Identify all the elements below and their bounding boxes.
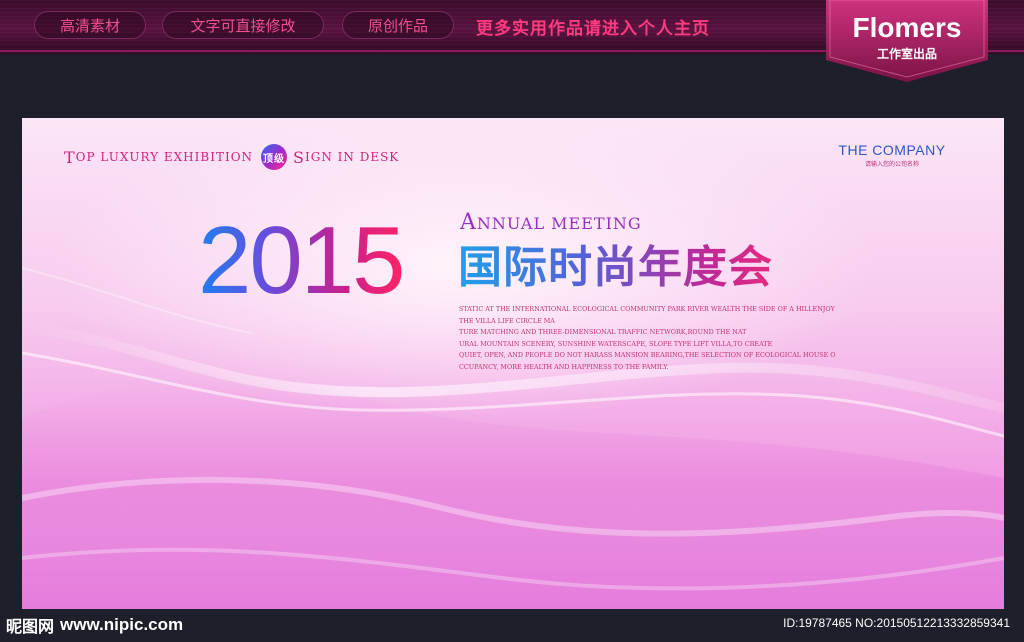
tagline-part-2: IGN IN DESK [305, 150, 400, 164]
description-line: QUIET, OPEN, AND PEOPLE DO NOT HARASS MA… [459, 351, 836, 359]
description-paragraph: STATIC AT THE INTERNATIONAL ECOLOGICAL C… [459, 304, 839, 373]
description-line: CCUPANCY, MORE HEALTH AND HAPPINESS TO T… [459, 362, 669, 371]
homepage-promo-link[interactable]: 更多实用作品请进入个人主页 [476, 14, 710, 39]
studio-subtitle: 工作室出品 [876, 47, 937, 61]
original-work-button[interactable]: 原创作品 [342, 11, 454, 39]
image-id-watermark: ID:19787465 NO:20150512213332859341 [783, 616, 1010, 630]
studio-badge: Flomers 工作室出品 [826, 0, 988, 82]
company-name-hint: 请输入您的公司名称 [864, 161, 919, 168]
tagline-initial-t: T [64, 147, 76, 167]
annual-initial: A [460, 210, 477, 235]
description-line: THE VILLA LIFE CIRCLE MA [459, 316, 555, 325]
chinese-event-title: 国际时尚年度会 [458, 238, 773, 298]
site-name-cn: 昵图网 [6, 617, 55, 636]
luxury-tagline: T OP LUXURY EXHIBITION 顶级 S IGN IN DESK [64, 144, 400, 170]
studio-brand-name: Flomers [852, 12, 962, 43]
top-grade-seal-icon: 顶级 [261, 144, 288, 170]
description-line: STATIC AT THE INTERNATIONAL ECOLOGICAL C… [459, 305, 835, 313]
company-name: THE COMPANY [838, 142, 946, 158]
editable-text-button[interactable]: 文字可直接修改 [162, 11, 324, 39]
description-line: TURE MATCHING AND THREE-DIMENSIONAL TRAF… [459, 328, 747, 336]
annual-meeting-heading: ANNUAL MEETING [460, 210, 642, 236]
site-url: www.nipic.com [60, 615, 184, 634]
annual-meeting-board: T OP LUXURY EXHIBITION 顶级 S IGN IN DESK … [22, 118, 1004, 609]
site-watermark: 昵图网 www.nipic.com [6, 612, 183, 638]
description-line: URAL MOUNTAIN SCENERY, SUNSHINE WATERSCA… [459, 339, 773, 348]
event-year: 2015 [198, 207, 406, 314]
company-block: THE COMPANY 请输入您的公司名称 [822, 142, 962, 168]
hd-material-button[interactable]: 高清素材 [34, 11, 146, 39]
tagline-initial-s: S [293, 147, 305, 167]
annual-rest: NNUAL MEETING [476, 214, 642, 233]
tagline-part-1: OP LUXURY EXHIBITION [75, 150, 254, 164]
